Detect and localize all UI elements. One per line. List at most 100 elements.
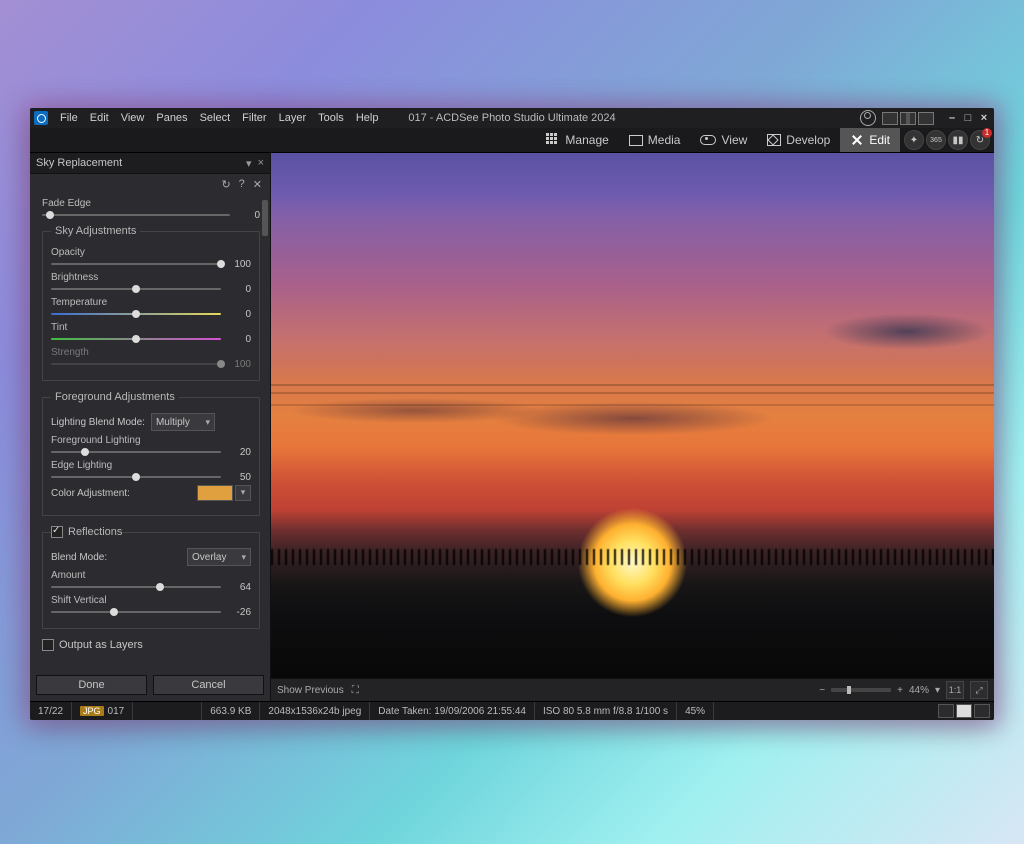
fade-edge-slider[interactable]: 0 xyxy=(42,211,260,219)
histogram-button[interactable]: ▮▮ xyxy=(948,130,968,150)
foreground-lighting-value: 20 xyxy=(227,447,251,458)
status-box-2[interactable] xyxy=(956,704,972,718)
zoom-dropdown-icon[interactable]: ▾ xyxy=(935,685,940,696)
app-logo-icon xyxy=(34,111,48,125)
reflections-blend-mode-dropdown[interactable]: Overlay xyxy=(187,548,251,566)
foreground-lighting-label: Foreground Lighting xyxy=(51,435,141,446)
mode-toolbar: Manage Media View Develop Edit ✦ 365 ▮▮ … xyxy=(30,128,994,153)
foreground-adjustments-group: Foreground Adjustments Lighting Blend Mo… xyxy=(42,391,260,516)
sky-adjustments-legend: Sky Adjustments xyxy=(51,225,140,237)
notify-badge: 1 xyxy=(982,128,992,138)
fit-button[interactable]: ⤢ xyxy=(970,681,988,699)
panel-close-icon[interactable]: × xyxy=(258,157,264,170)
mode-develop[interactable]: Develop xyxy=(757,128,840,152)
menu-filter[interactable]: Filter xyxy=(236,110,272,126)
layout-preset-icons[interactable] xyxy=(882,112,934,125)
edge-lighting-label: Edge Lighting xyxy=(51,460,112,471)
foreground-lighting-slider[interactable]: 20 xyxy=(51,448,251,456)
menu-view[interactable]: View xyxy=(115,110,151,126)
status-dimensions: 2048x1536x24b jpeg xyxy=(260,702,370,720)
menu-file[interactable]: File xyxy=(54,110,84,126)
mode-media[interactable]: Media xyxy=(619,128,691,152)
menu-tools[interactable]: Tools xyxy=(312,110,350,126)
panel-title-text: Sky Replacement xyxy=(36,157,122,169)
menu-panes[interactable]: Panes xyxy=(150,110,193,126)
mode-edit[interactable]: Edit xyxy=(840,128,900,152)
mode-manage[interactable]: Manage xyxy=(536,128,618,152)
status-bar: 17/22 JPG017 663.9 KB 2048x1536x24b jpeg… xyxy=(30,701,994,720)
shift-vertical-value: -26 xyxy=(227,607,251,618)
status-index: 17/22 xyxy=(30,702,72,720)
show-previous-button[interactable]: Show Previous xyxy=(277,685,344,696)
layout-center-icon[interactable] xyxy=(900,112,916,125)
foreground-adjustments-legend: Foreground Adjustments xyxy=(51,391,179,403)
edge-lighting-value: 50 xyxy=(227,472,251,483)
fullscreen-icon[interactable]: ⛶ xyxy=(352,685,359,696)
reset-icon[interactable]: ↻ xyxy=(221,178,230,191)
image-canvas[interactable] xyxy=(271,153,994,678)
opacity-slider[interactable]: 100 xyxy=(51,260,251,268)
minimize-button[interactable]: – xyxy=(946,112,958,124)
layout-right-icon[interactable] xyxy=(918,112,934,125)
menu-select[interactable]: Select xyxy=(194,110,237,126)
brightness-label: Brightness xyxy=(51,272,98,283)
color-adjustment-more-button[interactable]: ▾ xyxy=(235,485,251,501)
pin-icon[interactable]: ▾ xyxy=(246,157,252,170)
fade-edge-value: 0 xyxy=(236,210,260,221)
status-box-1[interactable] xyxy=(938,704,954,718)
panel-scrollbar[interactable] xyxy=(262,194,268,671)
layout-left-icon[interactable] xyxy=(882,112,898,125)
zoom-value: 44% xyxy=(909,685,929,696)
help-icon[interactable]: ? xyxy=(239,178,245,190)
mode-view[interactable]: View xyxy=(690,128,757,152)
menu-layer[interactable]: Layer xyxy=(273,110,313,126)
output-as-layers-checkbox[interactable] xyxy=(42,639,54,651)
status-box-3[interactable] xyxy=(974,704,990,718)
reflections-amount-label: Amount xyxy=(51,570,85,581)
lighting-blend-mode-dropdown[interactable]: Multiply xyxy=(151,413,215,431)
brightness-value: 0 xyxy=(227,284,251,295)
application-window: File Edit View Panes Select Filter Layer… xyxy=(30,108,994,720)
sky-adjustments-group: Sky Adjustments Opacity 100 Brightness 0… xyxy=(42,225,260,381)
shift-vertical-label: Shift Vertical xyxy=(51,595,107,606)
edge-lighting-slider[interactable]: 50 xyxy=(51,473,251,481)
zoom-slider[interactable] xyxy=(831,688,891,692)
status-size: 663.9 KB xyxy=(202,702,260,720)
mode-manage-label: Manage xyxy=(565,133,608,147)
close-button[interactable]: × xyxy=(978,112,990,124)
color-adjustment-swatch[interactable] xyxy=(197,485,233,501)
cancel-button[interactable]: Cancel xyxy=(153,675,264,695)
zoom-out-button[interactable]: − xyxy=(819,685,825,696)
brightness-slider[interactable]: 0 xyxy=(51,285,251,293)
strength-slider: 100 xyxy=(51,360,251,368)
temperature-slider[interactable]: 0 xyxy=(51,310,251,318)
one-to-one-button[interactable]: 1:1 xyxy=(946,681,964,699)
mode-edit-label: Edit xyxy=(869,133,890,147)
status-exif: ISO 80 5.8 mm f/8.8 1/100 s xyxy=(535,702,677,720)
maximize-button[interactable]: □ xyxy=(962,112,974,124)
actions-button[interactable]: ✦ xyxy=(904,130,924,150)
window-title: 017 - ACDSee Photo Studio Ultimate 2024 xyxy=(408,112,615,124)
status-extra: 45% xyxy=(677,702,714,720)
image-viewer: Show Previous ⛶ − + 44% ▾ 1:1 ⤢ xyxy=(271,153,994,701)
reflections-legend: Reflections xyxy=(68,526,122,538)
media-icon xyxy=(629,135,643,146)
reflections-checkbox[interactable] xyxy=(51,526,63,538)
status-date: Date Taken: 19/09/2006 21:55:44 xyxy=(370,702,535,720)
sync-button[interactable]: ↻1 xyxy=(970,130,990,150)
zoom-in-button[interactable]: + xyxy=(897,685,903,696)
reflections-group: Reflections Blend Mode: Overlay Amount 6… xyxy=(42,526,260,629)
account-icon[interactable] xyxy=(860,110,876,126)
film-icon: ✦ xyxy=(910,135,918,146)
done-button[interactable]: Done xyxy=(36,675,147,695)
tint-slider[interactable]: 0 xyxy=(51,335,251,343)
365-button[interactable]: 365 xyxy=(926,130,946,150)
reflections-amount-slider[interactable]: 64 xyxy=(51,583,251,591)
menu-help[interactable]: Help xyxy=(350,110,385,126)
output-as-layers-label: Output as Layers xyxy=(59,639,143,651)
panel-x-icon[interactable]: ✕ xyxy=(253,178,262,191)
bars-icon: ▮▮ xyxy=(952,135,963,146)
menu-edit[interactable]: Edit xyxy=(84,110,115,126)
shift-vertical-slider[interactable]: -26 xyxy=(51,608,251,616)
color-adjustment-label: Color Adjustment: xyxy=(51,488,130,499)
